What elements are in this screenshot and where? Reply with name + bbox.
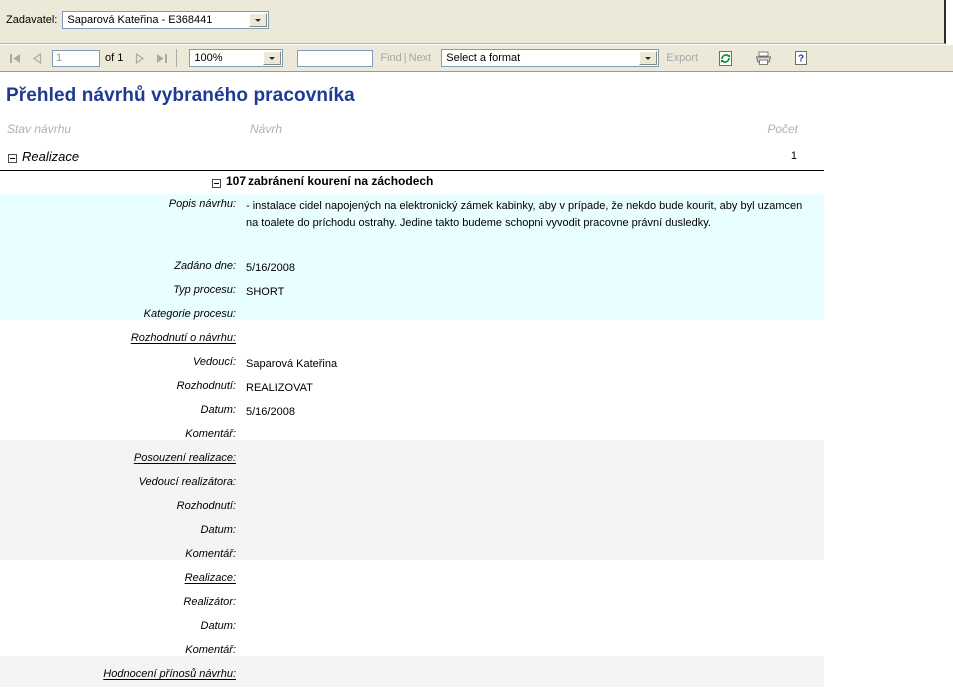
next-button[interactable]: Next (409, 52, 432, 64)
page-total-label: of 1 (105, 52, 124, 64)
field-row-posouzeni-komentar: Komentář: (0, 544, 824, 568)
section-label-posouzeni: Posouzení realizace: (133, 452, 236, 464)
chevron-down-icon[interactable] (263, 51, 282, 65)
proposal-number: 107 (226, 174, 247, 188)
export-format-select[interactable]: Select a format (441, 49, 660, 67)
zadavatel-label: Zadavatel: (6, 14, 58, 26)
field-value-datum: 5/16/2008 (246, 406, 295, 418)
find-input[interactable] (297, 49, 374, 67)
field-row-posouzeni-datum: Datum: (0, 520, 824, 544)
field-row-realizator: Realizátor: (0, 592, 824, 616)
find-next-separator: | (403, 52, 407, 64)
field-value-popis: - instalace cidel napojených na elektron… (246, 200, 803, 229)
field-row-zadano: Zadáno dne: 5/16/2008 (0, 256, 824, 280)
parameter-group: Zadavatel: Saparová Kateřina - E368441 (6, 11, 270, 29)
field-value-zadano: 5/16/2008 (246, 262, 295, 274)
field-value-rozhodnuti: REALIZOVAT (246, 382, 313, 394)
zadavatel-select[interactable]: Saparová Kateřina - E368441 (62, 11, 270, 29)
group-divider (0, 170, 824, 171)
page-number-input[interactable] (52, 49, 100, 67)
report-toolbar: of 1 100% Find | Next Select a format Ex… (0, 44, 953, 72)
field-label-posouzeni-rozhodnuti: Rozhodnutí: (176, 500, 236, 512)
collapse-group-icon[interactable] (8, 154, 17, 163)
proposal-header-row[interactable]: 107 zabránení kourení na záchodech (0, 172, 953, 194)
section-label-rozhodnuti: Rozhodnutí o návrhu: (130, 332, 236, 344)
toolbar-divider-1 (176, 49, 178, 67)
first-page-icon[interactable] (5, 48, 25, 68)
field-label-datum: Datum: (200, 404, 236, 416)
field-label-vedouci-realizatora: Vedoucí realizátora: (138, 476, 236, 488)
field-row-realizace-datum: Datum: (0, 616, 824, 640)
collapse-proposal-icon[interactable] (212, 179, 221, 188)
field-label-popis: Popis návrhu: (168, 198, 236, 210)
find-button[interactable]: Find (380, 52, 401, 64)
refresh-icon[interactable] (714, 47, 736, 69)
field-value-typ-procesu: SHORT (246, 286, 285, 298)
field-row-vedouci: Vedoucí: Saparová Kateřina (0, 352, 824, 376)
field-row-rozhodnuti: Rozhodnutí: REALIZOVAT (0, 376, 824, 400)
proposal-name: zabránení kourení na záchodech (248, 174, 434, 188)
chevron-down-icon[interactable] (639, 51, 658, 65)
page-title: Přehled návrhů vybraného pracovníka (6, 85, 355, 106)
column-header-pocet: Počet (767, 122, 798, 136)
section-row-realizace: Realizace: (0, 568, 824, 592)
section-label-realizace: Realizace: (184, 572, 236, 584)
field-label-realizace-komentar: Komentář: (185, 644, 236, 656)
section-row-posouzeni: Posouzení realizace: (0, 448, 824, 472)
field-row-vedouci-realizatora: Vedoucí realizátora: (0, 472, 824, 496)
group-row-realizace[interactable]: Realizace 1 (0, 148, 953, 170)
zoom-select[interactable]: 100% (189, 49, 284, 67)
field-row-posouzeni-rozhodnuti: Rozhodnutí: (0, 496, 824, 520)
chevron-down-icon[interactable] (249, 13, 268, 27)
column-header-navrh: Návrh (250, 122, 283, 136)
group-count: 1 (790, 150, 797, 162)
help-icon[interactable]: ? (790, 47, 812, 69)
svg-text:?: ? (798, 54, 804, 65)
export-button[interactable]: Export (666, 52, 698, 64)
group-label: Realizace (22, 149, 80, 164)
field-label-zadano: Zadáno dne: (174, 260, 236, 272)
field-label-typ-procesu: Typ procesu: (173, 284, 236, 296)
section-row-hodnoceni: Hodnocení přínosů návrhu: (0, 664, 824, 687)
print-icon[interactable] (752, 47, 774, 69)
field-label-posouzeni-datum: Datum: (200, 524, 236, 536)
field-row-datum: Datum: 5/16/2008 (0, 400, 824, 424)
report-viewer: Přehled návrhů vybraného pracovníka Stav… (0, 72, 953, 687)
column-header-stav: Stav návrhu (7, 122, 72, 136)
last-page-icon[interactable] (151, 48, 171, 68)
field-label-rozhodnuti: Rozhodnutí: (176, 380, 236, 392)
previous-page-icon[interactable] (27, 48, 47, 68)
field-label-vedouci: Vedoucí: (192, 356, 236, 368)
field-label-kategorie-procesu: Kategorie procesu: (143, 308, 236, 320)
field-label-komentar: Komentář: (185, 428, 236, 440)
field-row-popis: Popis návrhu: - instalace cidel napojený… (0, 194, 824, 256)
zoom-selected-value: 100% (194, 52, 223, 64)
field-row-typ-procesu: Typ procesu: SHORT (0, 280, 824, 304)
export-format-selected-value: Select a format (446, 52, 521, 64)
section-row-rozhodnuti: Rozhodnutí o návrhu: (0, 328, 824, 352)
field-value-vedouci: Saparová Kateřina (246, 358, 338, 370)
field-row-kategorie-procesu: Kategorie procesu: (0, 304, 824, 328)
zadavatel-selected-value: Saparová Kateřina - E368441 (67, 14, 213, 26)
field-label-realizator: Realizátor: (183, 596, 236, 608)
section-label-hodnoceni: Hodnocení přínosů návrhu: (103, 668, 236, 680)
next-page-icon[interactable] (129, 48, 149, 68)
field-label-realizace-datum: Datum: (200, 620, 236, 632)
parameter-bar: Zadavatel: Saparová Kateřina - E368441 (0, 0, 946, 44)
field-label-posouzeni-komentar: Komentář: (185, 548, 236, 560)
